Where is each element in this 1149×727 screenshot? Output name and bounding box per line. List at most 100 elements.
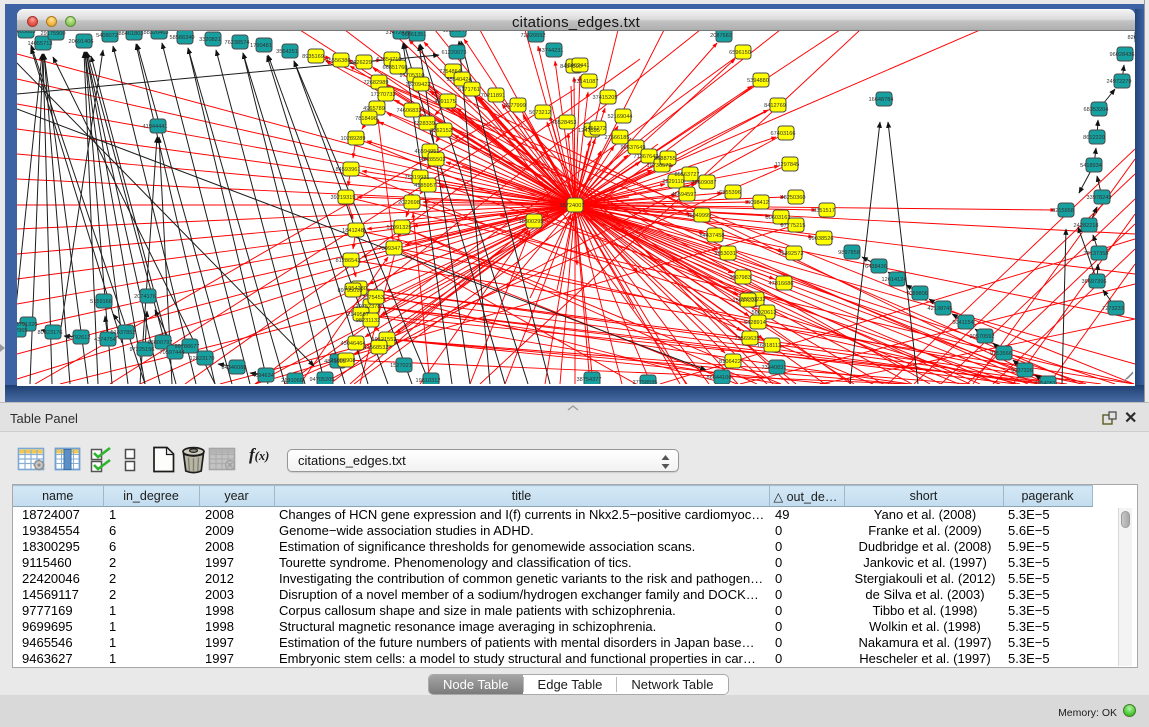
svg-text:96028436: 96028436	[1110, 52, 1135, 58]
svg-text:2022698: 2022698	[398, 200, 420, 206]
svg-text:97775215: 97775215	[781, 223, 806, 229]
svg-text:18724007: 18724007	[560, 203, 585, 209]
svg-text:70597444: 70597444	[160, 350, 185, 356]
svg-text:19736572: 19736572	[647, 163, 672, 169]
svg-text:3154051: 3154051	[1034, 381, 1056, 384]
svg-text:2375453: 2375453	[362, 295, 384, 301]
svg-text:9153566: 9153566	[990, 351, 1012, 357]
svg-text:5456272: 5456272	[584, 126, 606, 132]
svg-text:15917225: 15917225	[733, 298, 758, 304]
svg-text:81286543: 81286543	[336, 258, 361, 264]
svg-text:7818496: 7818496	[355, 116, 377, 122]
svg-text:68800797: 68800797	[148, 340, 173, 346]
svg-text:6438436: 6438436	[865, 264, 887, 270]
svg-text:8106422: 8106422	[719, 359, 741, 365]
svg-text:80823176: 80823176	[38, 330, 63, 336]
svg-text:8935169: 8935169	[302, 54, 324, 60]
svg-text:18300295: 18300295	[519, 219, 544, 225]
svg-text:48285503: 48285503	[421, 157, 446, 163]
svg-text:99038526: 99038526	[809, 236, 834, 242]
svg-text:6855396: 6855396	[719, 190, 741, 196]
svg-text:66792612: 66792612	[66, 335, 91, 341]
svg-text:19121552: 19121552	[372, 337, 397, 343]
svg-text:8612220: 8612220	[1083, 135, 1105, 141]
svg-text:73440831: 73440831	[762, 365, 787, 371]
svg-text:70211891: 70211891	[481, 93, 505, 99]
svg-text:41944441: 41944441	[143, 124, 168, 130]
svg-text:2087682: 2087682	[710, 33, 732, 39]
svg-text:36697396: 36697396	[1082, 279, 1107, 285]
svg-text:23141087: 23141087	[574, 79, 599, 85]
svg-text:5673212: 5673212	[529, 110, 551, 116]
svg-text:76238574: 76238574	[225, 40, 250, 46]
svg-text:5171761: 5171761	[458, 87, 480, 93]
svg-text:84437458: 84437458	[700, 233, 725, 239]
svg-text:2229110: 2229110	[662, 179, 683, 185]
svg-text:23209423: 23209423	[406, 82, 431, 88]
svg-text:2191066: 2191066	[281, 378, 303, 384]
svg-text:8077999: 8077999	[504, 103, 526, 109]
svg-text:20691406: 20691406	[69, 39, 94, 45]
svg-text:19510312: 19510312	[416, 378, 441, 384]
svg-text:8215958: 8215958	[1052, 208, 1074, 214]
svg-text:7728339: 7728339	[413, 121, 435, 127]
svg-text:72820592: 72820592	[521, 33, 546, 39]
svg-text:4191175: 4191175	[434, 99, 455, 105]
svg-text:8688755: 8688755	[654, 156, 676, 162]
svg-text:27758595: 27758595	[633, 380, 658, 384]
svg-text:43046464: 43046464	[341, 341, 366, 347]
svg-text:5428914: 5428914	[744, 320, 766, 326]
svg-text:58586340: 58586340	[170, 35, 195, 41]
svg-text:52169044: 52169044	[608, 114, 633, 120]
svg-text:51837852: 51837852	[111, 330, 136, 336]
svg-text:10289289: 10289289	[341, 136, 366, 142]
svg-text:38754377: 38754377	[577, 377, 602, 383]
svg-text:27566185: 27566185	[605, 135, 630, 141]
svg-text:4694634: 4694634	[252, 373, 274, 379]
svg-text:24972279: 24972279	[1107, 79, 1132, 85]
svg-text:78137358: 78137358	[1084, 251, 1109, 257]
svg-text:8351517: 8351517	[813, 208, 835, 214]
svg-text:97705310: 97705310	[400, 73, 425, 79]
svg-text:61220073: 61220073	[442, 50, 467, 56]
svg-text:9937326: 9937326	[1011, 368, 1033, 374]
svg-text:88461803: 88461803	[119, 31, 144, 37]
svg-text:84346088: 84346088	[222, 365, 247, 371]
svg-text:73993471: 73993471	[379, 246, 404, 252]
svg-text:94705205: 94705205	[310, 377, 335, 383]
svg-text:4185957: 4185957	[414, 183, 436, 189]
svg-text:20752378: 20752378	[356, 304, 381, 310]
svg-text:14055713: 14055713	[28, 41, 53, 47]
svg-text:2074176: 2074176	[134, 294, 156, 300]
svg-text:98231132: 98231132	[356, 318, 380, 324]
svg-text:17270733: 17270733	[371, 92, 396, 98]
svg-text:29175900: 29175900	[41, 31, 66, 37]
svg-text:68353204: 68353204	[1084, 107, 1109, 113]
svg-text:9897858: 9897858	[838, 250, 860, 256]
svg-text:75319931: 75319931	[405, 175, 430, 181]
svg-text:3762152: 3762152	[430, 128, 452, 134]
svg-text:67403166: 67403166	[771, 131, 796, 137]
svg-text:96637649: 96637649	[621, 145, 646, 151]
svg-text:66661351: 66661351	[402, 32, 427, 38]
svg-text:85563727: 85563727	[675, 172, 700, 178]
svg-text:12823170: 12823170	[190, 356, 215, 362]
svg-text:56020613: 56020613	[752, 310, 777, 316]
svg-text:11297845: 11297845	[775, 162, 799, 168]
svg-text:3564251: 3564251	[276, 49, 298, 55]
svg-text:52091325: 52091325	[387, 225, 412, 231]
svg-text:5418934: 5418934	[1080, 163, 1102, 169]
svg-text:47816686: 47816686	[769, 281, 794, 287]
svg-text:74606833: 74606833	[397, 108, 422, 114]
svg-text:55540424: 55540424	[447, 77, 472, 83]
svg-text:7089806: 7089806	[906, 291, 928, 297]
svg-text:42138745: 42138745	[928, 306, 953, 312]
svg-text:77005685: 77005685	[17, 31, 35, 35]
svg-text:7754864: 7754864	[439, 69, 461, 75]
svg-text:2626229: 2626229	[350, 60, 372, 66]
svg-text:82070937: 82070937	[1128, 35, 1135, 41]
svg-text:18526544: 18526544	[443, 31, 468, 34]
svg-text:3607983: 3607983	[729, 275, 751, 281]
svg-text:45594951: 45594951	[415, 149, 440, 155]
svg-text:3253031: 3253031	[714, 251, 736, 257]
